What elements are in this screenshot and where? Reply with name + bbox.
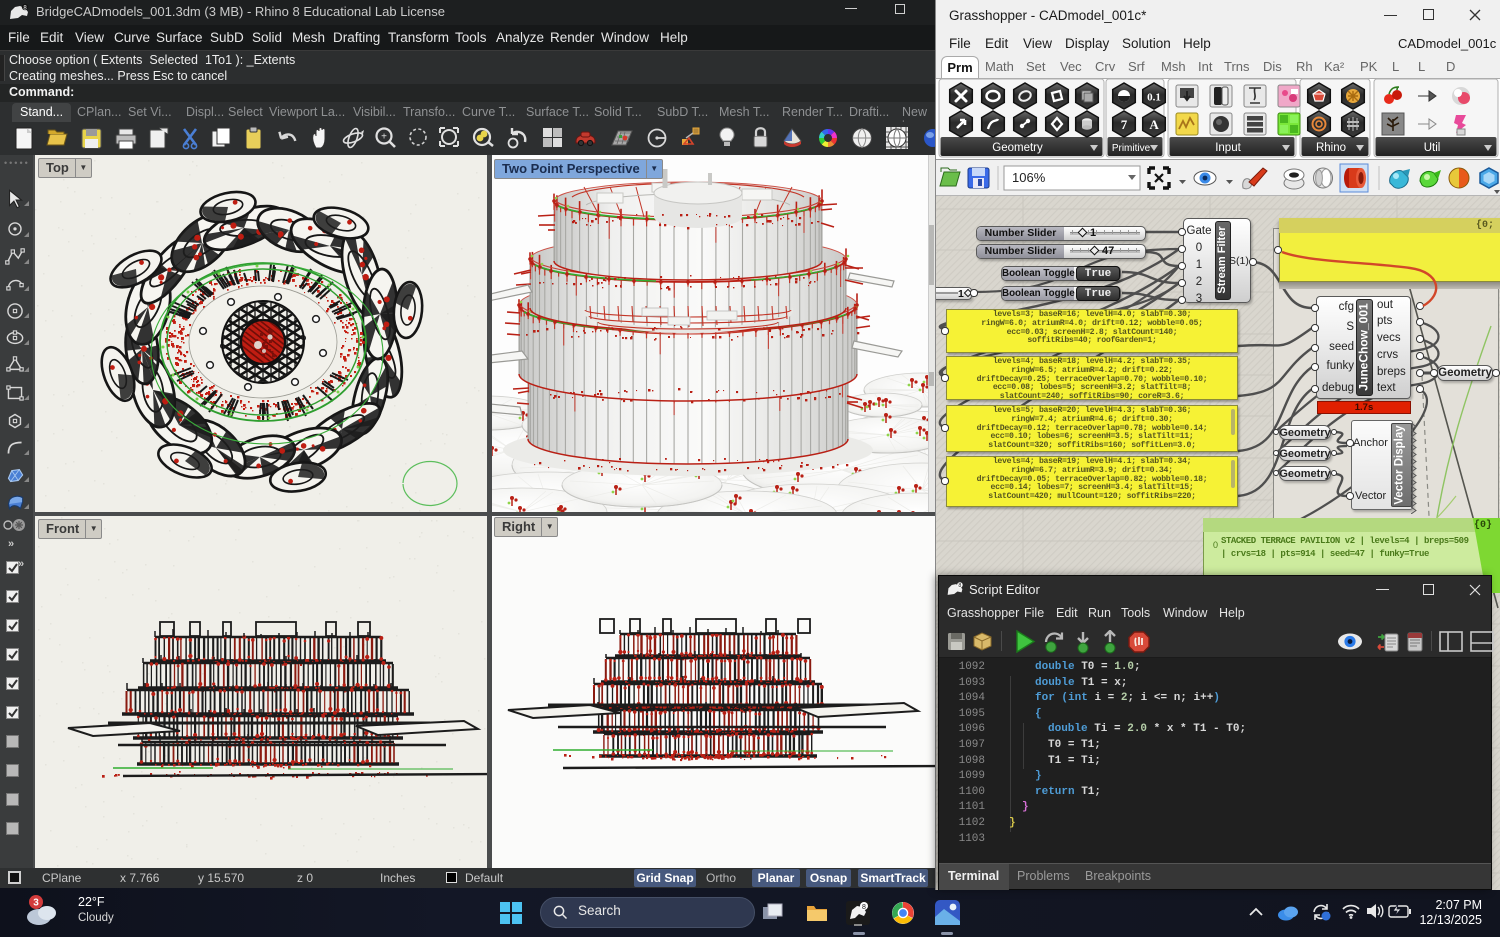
svg-text:3: 3: [33, 898, 39, 909]
svg-text:7: 7: [1121, 117, 1128, 132]
svg-text:8: 8: [862, 904, 866, 911]
svg-text:Util: Util: [1424, 142, 1441, 154]
svg-text:Rhino: Rhino: [1316, 142, 1346, 154]
svg-text:0.1: 0.1: [1147, 92, 1161, 104]
svg-text:8: 8: [958, 583, 961, 589]
svg-text:Geometry: Geometry: [992, 142, 1043, 154]
svg-text:Input: Input: [1215, 142, 1241, 154]
svg-text:A: A: [1149, 117, 1159, 132]
svg-text:Primitive: Primitive: [1112, 143, 1151, 154]
svg-text:106%: 106%: [1012, 170, 1046, 185]
svg-text:+: +: [381, 132, 387, 143]
